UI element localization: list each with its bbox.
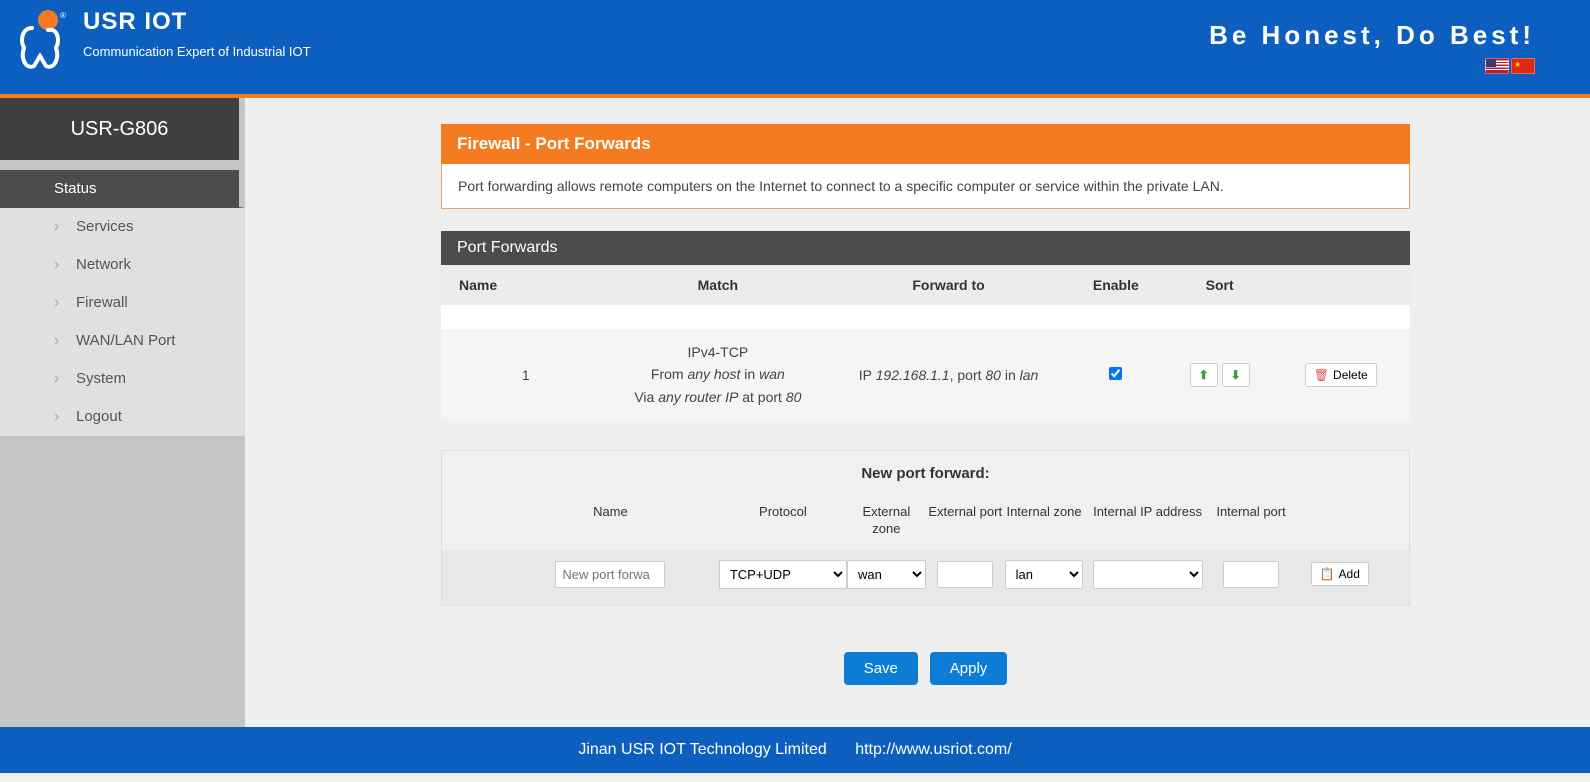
brand-tagline: Communication Expert of Industrial IOT xyxy=(83,44,311,59)
nav-status[interactable]: Status xyxy=(0,170,245,208)
page-description: Port forwarding allows remote computers … xyxy=(441,164,1410,209)
label-ext-port: External port xyxy=(926,504,1005,538)
footer-company: Jinan USR IOT Technology Limited xyxy=(578,741,826,758)
sidebar: USR-G806 Status Services Network Firewal… xyxy=(0,98,245,727)
footer: Jinan USR IOT Technology Limited http://… xyxy=(0,727,1590,773)
svg-text:®: ® xyxy=(60,11,66,20)
new-forward-heading: New port forward: xyxy=(442,451,1409,496)
rule-name: 1 xyxy=(441,329,603,420)
rule-enable xyxy=(1064,329,1168,420)
flag-us[interactable] xyxy=(1485,58,1509,74)
nav-firewall[interactable]: Firewall xyxy=(0,284,245,322)
ext-zone-select[interactable]: wan xyxy=(847,560,926,589)
col-forward: Forward to xyxy=(833,265,1064,305)
int-ip-select[interactable] xyxy=(1093,560,1203,589)
new-forward-panel: New port forward: Name Protocol External… xyxy=(441,450,1410,606)
rule-actions: 🗑 Delete xyxy=(1272,329,1410,420)
table-row: 1 IPv4-TCP From any host in wan Via any … xyxy=(441,329,1410,420)
nav: Status Services Network Firewall WAN/LAN… xyxy=(0,170,245,436)
slogan: Be Honest, Do Best! xyxy=(1209,20,1535,51)
enable-checkbox[interactable] xyxy=(1109,367,1122,380)
label-ext-zone: External zone xyxy=(847,504,926,538)
rule-from-line: From any host in wan xyxy=(613,363,824,385)
label-int-ip: Internal IP address xyxy=(1083,504,1211,538)
add-button[interactable]: 📋 Add xyxy=(1311,562,1369,586)
sort-up-button[interactable]: ⬆ xyxy=(1190,363,1218,387)
trash-icon: 🗑 xyxy=(1314,368,1329,382)
rule-via-line: Via any router IP at port 80 xyxy=(613,386,824,408)
nav-system[interactable]: System xyxy=(0,360,245,398)
device-model: USR-G806 xyxy=(0,98,245,170)
logo-area: ® USR IOT Communication Expert of Indust… xyxy=(12,8,311,78)
col-match: Match xyxy=(603,265,834,305)
nav-wan-lan-label: WAN/LAN Port xyxy=(76,332,175,349)
page-title: Firewall - Port Forwards xyxy=(441,124,1410,164)
protocol-select[interactable]: TCP+UDP TCP UDP xyxy=(719,560,847,589)
label-int-zone: Internal zone xyxy=(1005,504,1084,538)
nav-services-label: Services xyxy=(76,218,134,235)
main-content: Firewall - Port Forwards Port forwarding… xyxy=(245,98,1590,727)
arrow-up-icon: ⬆ xyxy=(1199,368,1209,382)
nav-logout[interactable]: Logout xyxy=(0,398,245,436)
apply-button[interactable]: Apply xyxy=(930,652,1008,685)
action-bar: Save Apply xyxy=(441,652,1410,685)
delete-button[interactable]: 🗑 Delete xyxy=(1305,363,1377,387)
footer-link[interactable]: http://www.usriot.com/ xyxy=(855,741,1012,758)
rule-sort: ⬆ ⬇ xyxy=(1168,329,1272,420)
nav-firewall-label: Firewall xyxy=(76,294,128,311)
col-sort: Sort xyxy=(1168,265,1272,305)
int-port-input[interactable] xyxy=(1223,561,1279,588)
nav-system-label: System xyxy=(76,370,126,387)
col-enable: Enable xyxy=(1064,265,1168,305)
nav-services[interactable]: Services xyxy=(0,208,245,246)
nav-network-label: Network xyxy=(76,256,131,273)
rule-match: IPv4-TCP From any host in wan Via any ro… xyxy=(603,329,834,420)
nav-network[interactable]: Network xyxy=(0,246,245,284)
label-protocol: Protocol xyxy=(719,504,847,538)
flag-cn[interactable] xyxy=(1511,58,1535,74)
sort-down-button[interactable]: ⬇ xyxy=(1222,363,1250,387)
label-name: Name xyxy=(502,504,719,538)
label-int-port: Internal port xyxy=(1212,504,1291,538)
ext-port-input[interactable] xyxy=(937,561,993,588)
arrow-down-icon: ⬇ xyxy=(1231,368,1241,382)
section-title: Port Forwards xyxy=(441,231,1410,265)
rule-proto: IPv4-TCP xyxy=(613,341,824,363)
save-button[interactable]: Save xyxy=(844,652,918,685)
int-zone-select[interactable]: lan xyxy=(1005,560,1084,589)
nav-status-label: Status xyxy=(54,180,97,197)
port-forwards-table: Name Match Forward to Enable Sort 1 IPv4… xyxy=(441,265,1410,420)
name-input[interactable] xyxy=(555,561,665,588)
rule-forward: IP 192.168.1.1, port 80 in lan xyxy=(833,329,1064,420)
language-flags xyxy=(1485,58,1535,74)
brand-title: USR IOT xyxy=(83,8,311,36)
col-name: Name xyxy=(441,265,603,305)
nav-logout-label: Logout xyxy=(76,408,122,425)
header: ® USR IOT Communication Expert of Indust… xyxy=(0,0,1590,94)
nav-wan-lan[interactable]: WAN/LAN Port xyxy=(0,322,245,360)
col-actions xyxy=(1272,265,1410,305)
add-icon: 📋 xyxy=(1320,567,1335,581)
logo-icon: ® xyxy=(12,8,68,78)
